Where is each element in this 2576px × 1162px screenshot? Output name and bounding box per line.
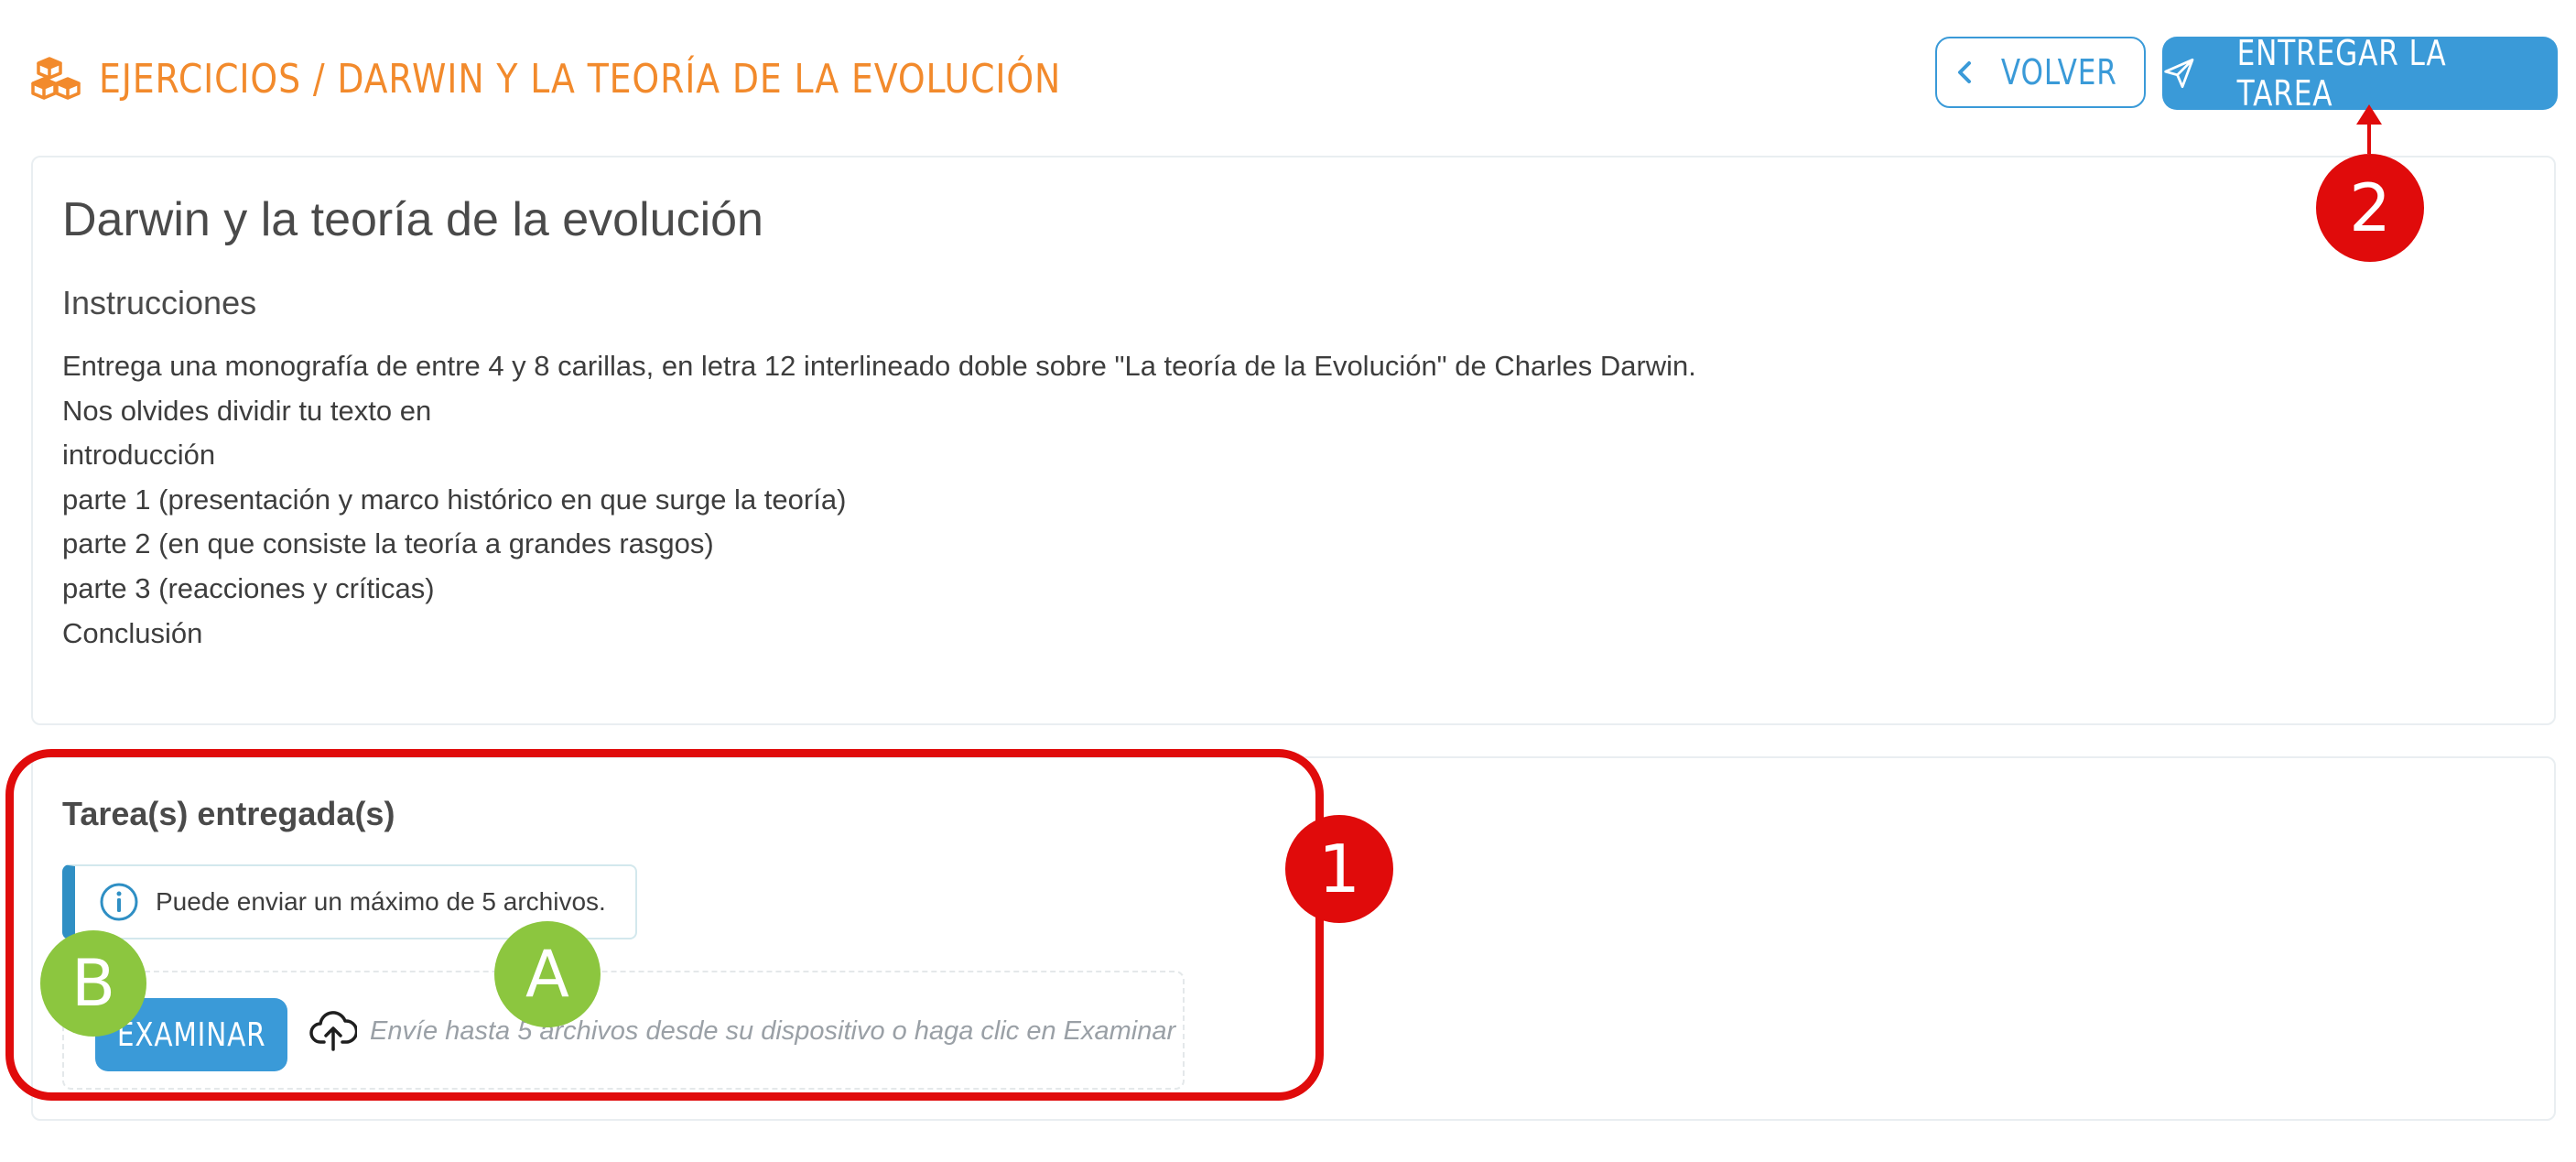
instruction-line: parte 2 (en que consiste la teoría a gra… (62, 527, 714, 560)
send-icon (2164, 58, 2194, 89)
page-header: EJERCICIOS / DARWIN Y LA TEORÍA DE LA EV… (31, 51, 1218, 106)
annotation-marker-1: 1 (1285, 815, 1393, 923)
breadcrumb: EJERCICIOS / DARWIN Y LA TEORÍA DE LA EV… (99, 55, 1062, 103)
instruction-line: parte 1 (presentación y marco histórico … (62, 483, 847, 516)
submit-button-label: ENTREGAR LA TAREA (2236, 33, 2447, 114)
instruction-line: Conclusión (62, 616, 203, 649)
instruction-line: Nos olvides dividir tu texto en (62, 394, 432, 427)
annotation-marker-a: A (494, 921, 601, 1027)
annotation-marker-2: 2 (2316, 154, 2424, 262)
back-button-label: VOLVER (2000, 52, 2117, 92)
chevron-left-icon (1957, 61, 1971, 83)
instructions-heading: Instrucciones (62, 284, 257, 321)
assignment-title: Darwin y la teoría de la evolución (62, 193, 763, 246)
instructions-text: Entrega una monografía de entre 4 y 8 ca… (62, 344, 1696, 656)
back-button[interactable]: VOLVER (1935, 37, 2146, 108)
instruction-line: parte 3 (reacciones y críticas) (62, 571, 435, 604)
boxes-icon (31, 57, 81, 100)
submit-assignment-button[interactable]: ENTREGAR LA TAREA (2162, 33, 2558, 114)
instruction-line: introducción (62, 439, 216, 472)
instruction-line: Entrega una monografía de entre 4 y 8 ca… (62, 350, 1696, 382)
assignment-card: Darwin y la teoría de la evolución Instr… (31, 156, 2556, 725)
highlight-box-1 (5, 749, 1324, 1101)
annotation-arrow-head (2356, 104, 2382, 125)
annotation-marker-b: B (40, 930, 146, 1037)
